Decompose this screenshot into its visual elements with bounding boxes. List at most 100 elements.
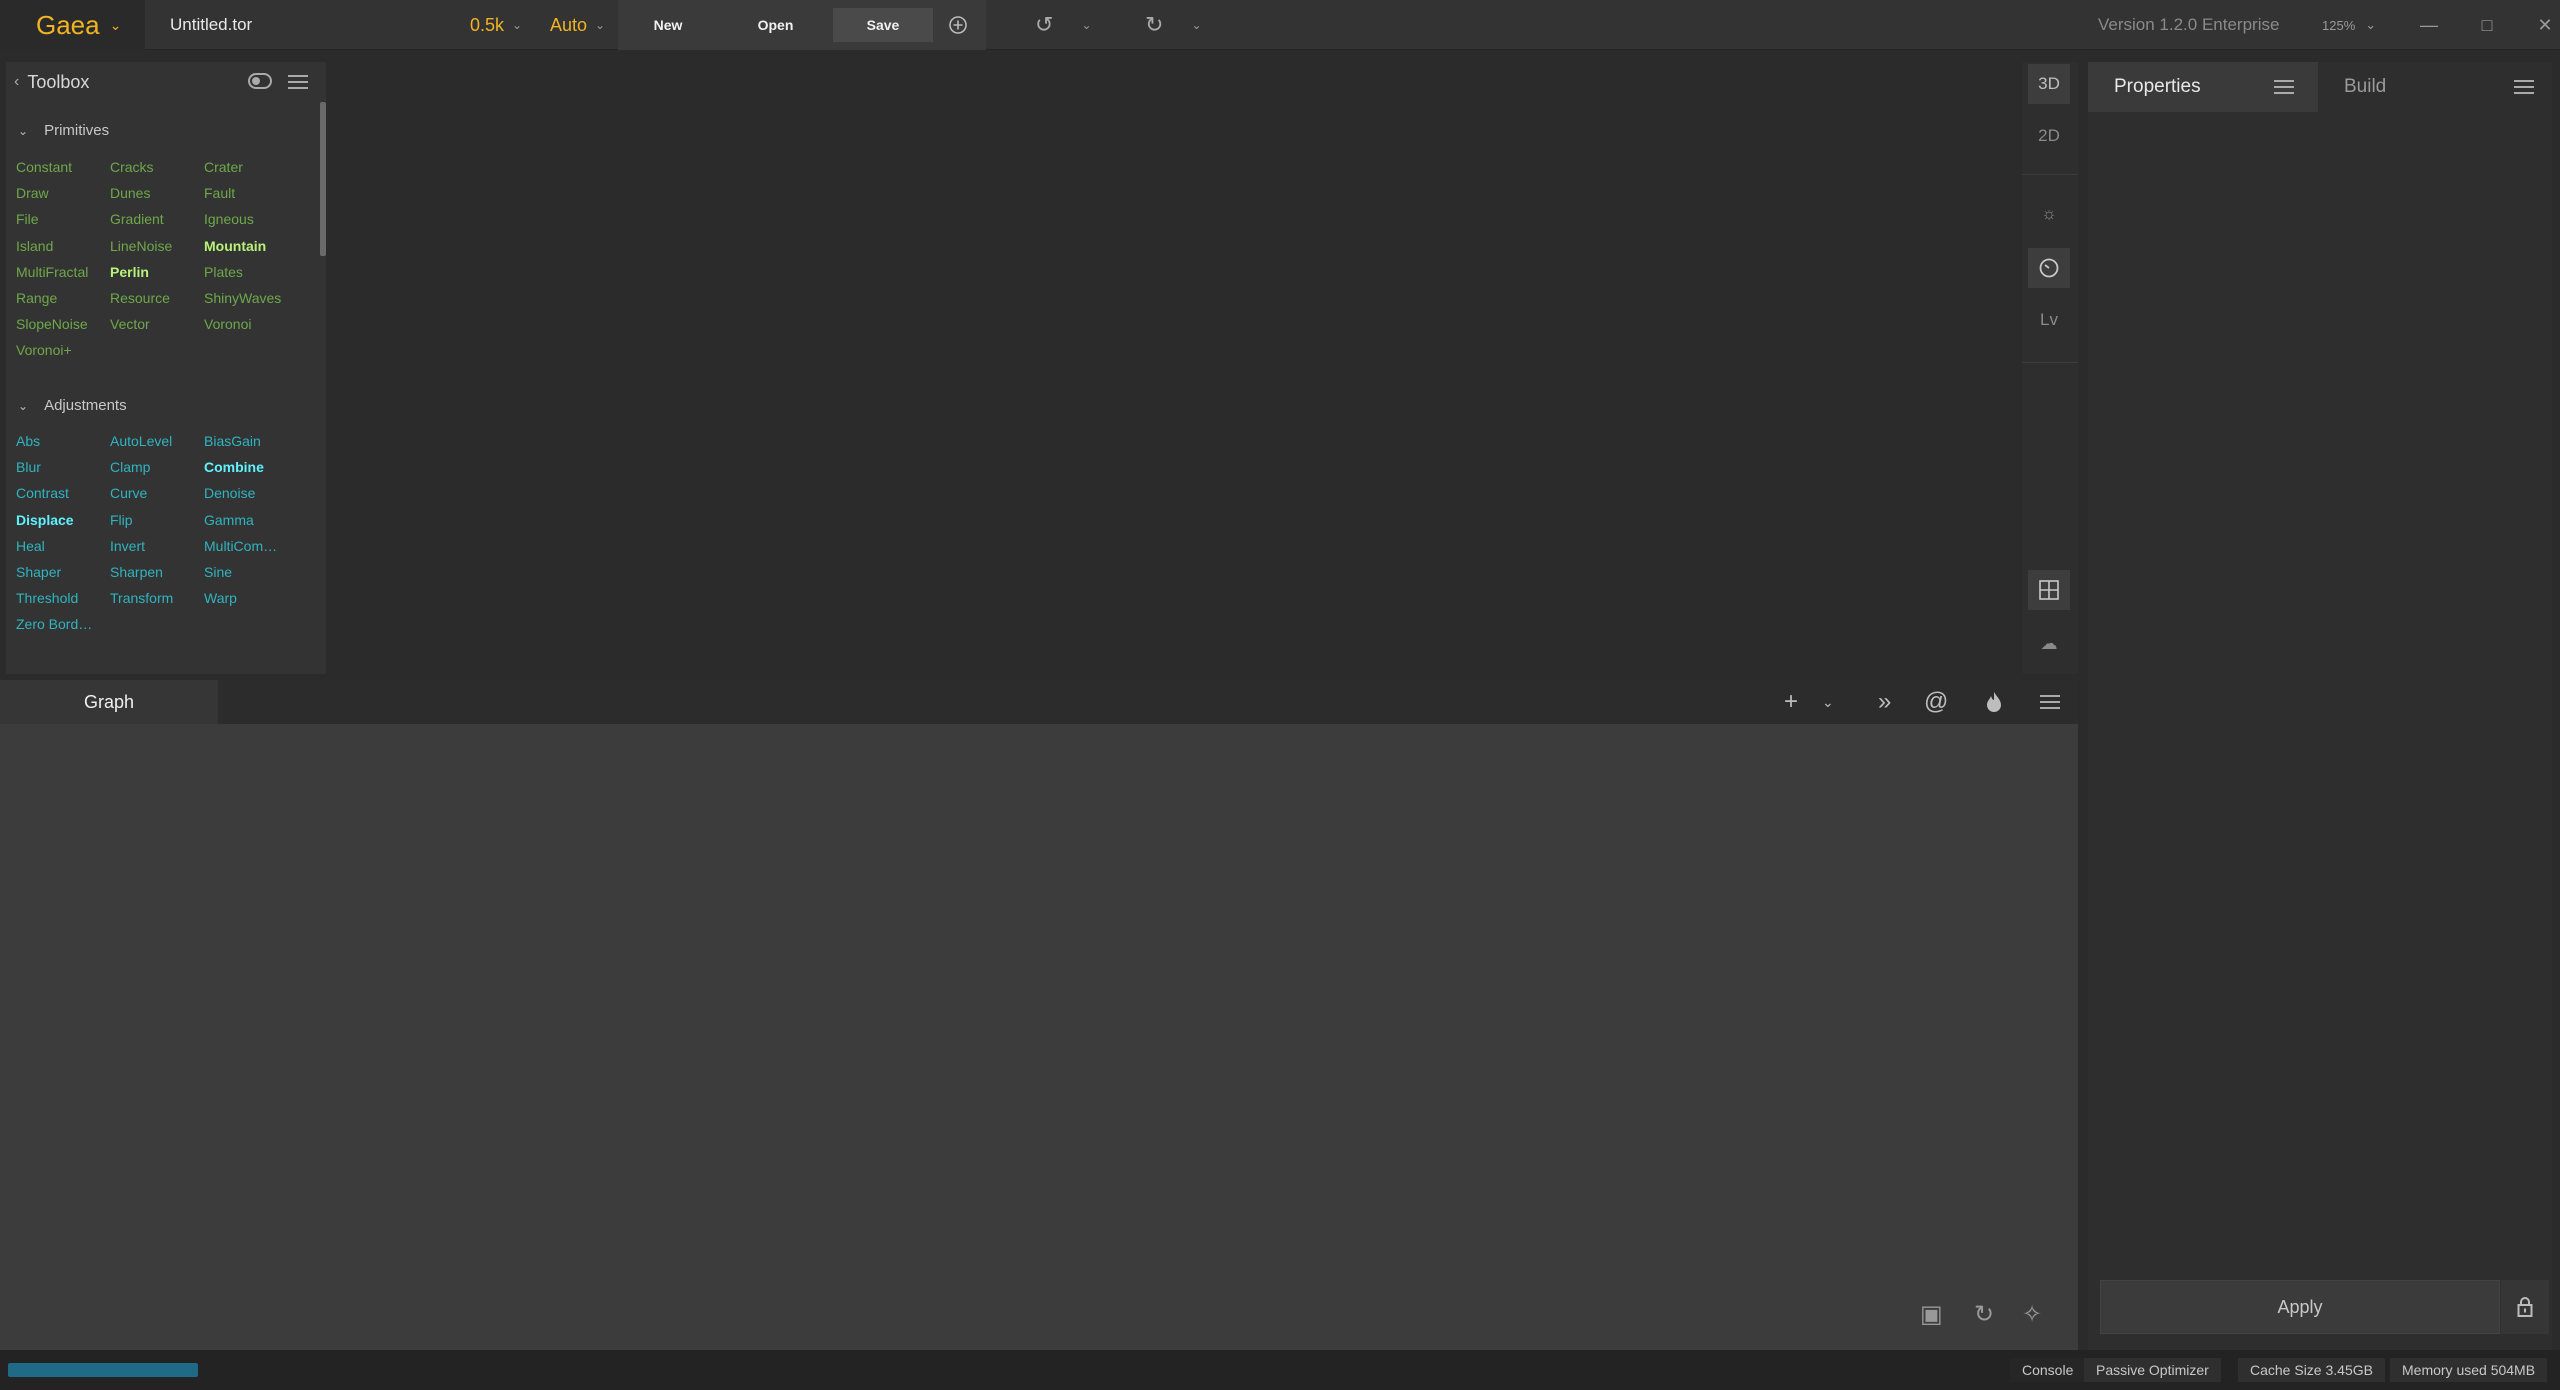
add-node-icon[interactable]: + xyxy=(1784,680,1798,724)
primitives-node-item[interactable]: Igneous xyxy=(204,206,298,232)
level-button[interactable]: Lv xyxy=(2028,300,2070,340)
adjustments-node-item[interactable]: Invert xyxy=(110,533,204,559)
menu-icon[interactable] xyxy=(2040,695,2060,709)
lighting-button[interactable]: ☼ xyxy=(2028,194,2070,234)
primitives-node-item[interactable]: Crater xyxy=(204,154,298,180)
adjustments-node-item[interactable]: AutoLevel xyxy=(110,428,204,454)
adjustments-node-item[interactable]: Sharpen xyxy=(110,559,204,585)
adjustments-node-item[interactable]: Gamma xyxy=(204,507,298,533)
adjustments-node-item[interactable]: Denoise xyxy=(204,480,298,506)
primitives-node-item[interactable]: LineNoise xyxy=(110,233,204,259)
undo-group: ↺ ⌄ xyxy=(1035,0,1092,50)
chevron-down-icon: ⌄ xyxy=(18,123,29,138)
adjustments-node-item[interactable]: Combine xyxy=(204,454,298,480)
primitives-node-item[interactable]: Voronoi+ xyxy=(16,337,110,363)
tab-build[interactable]: Build xyxy=(2318,62,2552,112)
primitives-node-item[interactable]: File xyxy=(16,206,110,232)
apply-button[interactable]: Apply xyxy=(2100,1280,2500,1334)
collapse-icon[interactable]: ‹ xyxy=(14,73,19,91)
adjustments-node-item[interactable]: Clamp xyxy=(110,454,204,480)
view-2d-button[interactable]: 2D xyxy=(2028,116,2070,156)
tab-properties[interactable]: Properties xyxy=(2088,62,2318,112)
primitives-node-item[interactable]: Voronoi xyxy=(204,311,298,337)
build-mode-dropdown[interactable]: Auto ⌄ xyxy=(550,0,605,50)
view-3d-button[interactable]: 3D xyxy=(2028,64,2070,104)
fast-forward-icon[interactable]: » xyxy=(1878,680,1891,724)
adjustments-section-header[interactable]: ⌄ Adjustments xyxy=(18,397,127,414)
save-button[interactable]: Save xyxy=(833,8,933,42)
graph-canvas[interactable] xyxy=(0,724,2078,1350)
save-as-button[interactable] xyxy=(933,0,983,50)
lock-button[interactable] xyxy=(2501,1280,2549,1334)
adjustments-node-item[interactable]: Zero Bord… xyxy=(16,611,110,637)
chevron-down-icon[interactable]: ⌄ xyxy=(1822,680,1834,724)
passive-optimizer-button[interactable]: Passive Optimizer xyxy=(2084,1358,2221,1382)
menu-icon[interactable] xyxy=(2514,80,2534,94)
viewport-toolstrip: 3D 2D ☼ Lv ☁ xyxy=(2022,62,2078,674)
adjustments-node-item[interactable]: MultiCom… xyxy=(204,533,298,559)
adjustments-node-item[interactable]: Flip xyxy=(110,507,204,533)
chevron-down-icon: ⌄ xyxy=(2365,17,2377,32)
adjustments-node-item[interactable]: Displace xyxy=(16,507,110,533)
redo-icon[interactable]: ↻ xyxy=(1145,12,1163,38)
environment-button[interactable]: ☁ xyxy=(2028,624,2070,664)
fit-view-icon[interactable]: ▣ xyxy=(1920,1300,1943,1329)
camera-button[interactable] xyxy=(2028,248,2070,288)
adjustments-node-item[interactable]: Sine xyxy=(204,559,298,585)
viewport-3d[interactable] xyxy=(326,50,2022,674)
primitives-node-item[interactable]: Resource xyxy=(110,285,204,311)
adjustments-node-item[interactable]: Curve xyxy=(110,480,204,506)
app-menu-button[interactable]: Gaea ⌄ xyxy=(0,0,145,50)
ui-zoom-dropdown[interactable]: 125% ⌄ xyxy=(2322,0,2376,50)
refresh-icon[interactable]: ↻ xyxy=(1974,1300,1994,1329)
primitives-node-item[interactable]: Draw xyxy=(16,180,110,206)
adjustments-node-item[interactable]: Transform xyxy=(110,585,204,611)
resolution-dropdown[interactable]: 0.5k ⌄ xyxy=(470,0,522,50)
chevron-down-icon[interactable]: ⌄ xyxy=(1081,18,1091,32)
primitives-node-item[interactable]: Constant xyxy=(16,154,110,180)
primitives-node-item[interactable]: Vector xyxy=(110,311,204,337)
adjustments-node-item[interactable]: Contrast xyxy=(16,480,110,506)
primitives-node-item[interactable]: Range xyxy=(16,285,110,311)
toolbox-header: ‹ Toolbox xyxy=(6,62,326,102)
adjustments-node-item[interactable]: Blur xyxy=(16,454,110,480)
primitives-section-title: Primitives xyxy=(44,122,110,139)
primitives-node-item[interactable]: Mountain xyxy=(204,233,298,259)
primitives-node-item[interactable]: MultiFractal xyxy=(16,259,110,285)
grid-button[interactable] xyxy=(2028,570,2070,610)
primitives-node-item[interactable]: ShinyWaves xyxy=(204,285,298,311)
menu-icon[interactable] xyxy=(288,75,308,89)
console-button[interactable]: Console xyxy=(2010,1358,2086,1382)
menu-icon[interactable] xyxy=(2274,80,2294,94)
open-button[interactable]: Open xyxy=(718,0,833,50)
target-icon[interactable]: @ xyxy=(1924,680,1948,724)
adjustments-node-item[interactable]: Warp xyxy=(204,585,298,611)
cloud-icon: ☁ xyxy=(2040,634,2058,653)
undo-icon[interactable]: ↺ xyxy=(1035,12,1053,38)
primitives-node-item[interactable]: SlopeNoise xyxy=(16,311,110,337)
adjustments-node-item[interactable]: BiasGain xyxy=(204,428,298,454)
layout-icon[interactable]: ✧ xyxy=(2022,1300,2042,1329)
ui-zoom-value: 125% xyxy=(2322,17,2356,33)
primitives-node-item[interactable]: Dunes xyxy=(110,180,204,206)
minimize-icon[interactable]: — xyxy=(2400,0,2458,50)
primitives-node-item[interactable]: Cracks xyxy=(110,154,204,180)
flame-icon[interactable] xyxy=(1984,680,2004,724)
tab-graph[interactable]: Graph xyxy=(0,680,218,724)
primitives-section-header[interactable]: ⌄ Primitives xyxy=(18,122,109,139)
adjustments-node-item[interactable]: Heal xyxy=(16,533,110,559)
primitives-node-item[interactable]: Fault xyxy=(204,180,298,206)
primitives-node-item[interactable]: Plates xyxy=(204,259,298,285)
adjustments-node-item[interactable]: Shaper xyxy=(16,559,110,585)
primitives-node-item[interactable]: Gradient xyxy=(110,206,204,232)
close-icon[interactable]: ✕ xyxy=(2516,0,2560,50)
maximize-icon[interactable]: □ xyxy=(2458,0,2516,50)
primitives-node-item[interactable]: Island xyxy=(16,233,110,259)
chevron-down-icon[interactable]: ⌄ xyxy=(1191,18,1201,32)
toggle-icon[interactable] xyxy=(248,73,272,89)
adjustments-node-item[interactable]: Threshold xyxy=(16,585,110,611)
adjustments-node-item[interactable]: Abs xyxy=(16,428,110,454)
cache-size-indicator[interactable]: Cache Size 3.45GB xyxy=(2238,1358,2385,1382)
new-button[interactable]: New xyxy=(618,0,718,50)
primitives-node-item[interactable]: Perlin xyxy=(110,259,204,285)
